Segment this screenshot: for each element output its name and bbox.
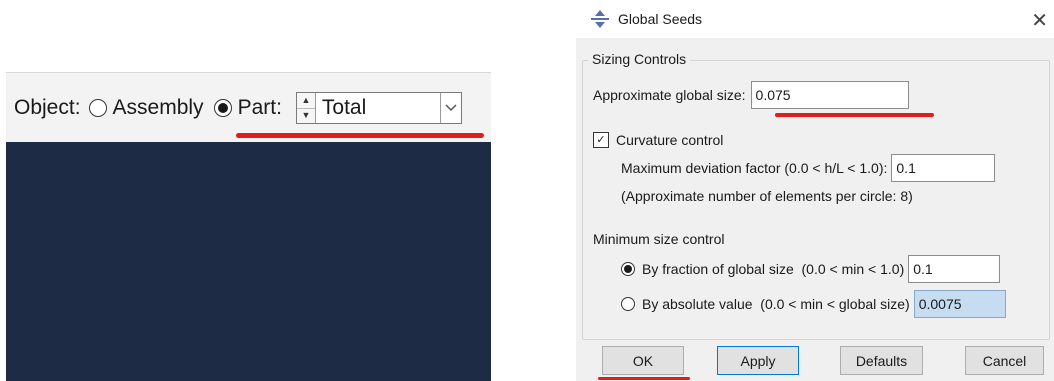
by-absolute-label: By absolute value (0.0 < min < global si…	[642, 296, 910, 312]
assembly-label: Assembly	[112, 96, 204, 119]
highlight-underline	[236, 133, 484, 138]
max-deviation-row: Maximum deviation factor (0.0 < h/L < 1.…	[621, 154, 996, 182]
dialog-titlebar: Global Seeds ✕	[572, 0, 1054, 38]
curvature-checkbox[interactable]: ✓	[593, 132, 609, 148]
approx-size-field[interactable]: 0.075	[750, 81, 909, 109]
part-radio[interactable]	[213, 99, 232, 117]
by-absolute-radio[interactable]	[621, 297, 635, 311]
by-absolute-row: By absolute value (0.0 < min < global si…	[621, 290, 1006, 318]
min-size-label: Minimum size control	[593, 231, 725, 247]
curvature-label: Curvature control	[616, 132, 724, 148]
max-deviation-field[interactable]: 0.1	[891, 154, 996, 182]
apply-button[interactable]: Apply	[717, 346, 799, 375]
ok-underline	[598, 377, 690, 380]
dialog-title: Global Seeds	[618, 11, 703, 27]
approx-elements-text: (Approximate number of elements per circ…	[621, 188, 913, 204]
approx-size-row: Approximate global size: 0.075	[593, 81, 909, 109]
viewport[interactable]	[6, 142, 491, 381]
approx-size-underline	[775, 113, 934, 117]
ok-button[interactable]: OK	[602, 346, 684, 375]
spin-down-icon[interactable]: ▼	[297, 109, 315, 124]
object-toolbar: Object: Assembly Part: ▲ ▼ Total	[6, 72, 491, 143]
by-fraction-radio[interactable]	[621, 262, 635, 276]
max-deviation-label: Maximum deviation factor (0.0 < h/L < 1.…	[621, 160, 888, 176]
assembly-radio[interactable]	[88, 99, 107, 117]
part-option[interactable]: Part:	[212, 96, 282, 120]
global-seeds-dialog: Global Seeds ✕ Sizing Controls Approxima…	[572, 0, 1054, 381]
object-selector-row: Object: Assembly Part: ▲ ▼ Total	[14, 91, 462, 125]
part-label: Part:	[237, 96, 282, 119]
sizing-controls-legend: Sizing Controls	[588, 51, 691, 67]
approx-elements-row: (Approximate number of elements per circ…	[621, 188, 913, 204]
cancel-button[interactable]: Cancel	[965, 346, 1044, 375]
curvature-row: ✓ Curvature control	[593, 132, 723, 148]
spin-up-icon[interactable]: ▲	[296, 93, 315, 109]
by-fraction-label: By fraction of global size (0.0 < min < …	[642, 261, 905, 277]
part-spinner[interactable]: ▲ ▼	[296, 93, 316, 124]
part-combo-value: Total	[321, 96, 367, 119]
global-seeds-icon	[591, 10, 609, 28]
assembly-option[interactable]: Assembly	[87, 96, 204, 120]
object-label: Object:	[14, 96, 81, 119]
approx-size-label: Approximate global size:	[593, 87, 746, 103]
defaults-button[interactable]: Defaults	[840, 346, 923, 375]
part-combo[interactable]: ▲ ▼ Total	[295, 92, 462, 124]
dialog-body: Sizing Controls Approximate global size:…	[576, 38, 1054, 381]
close-icon[interactable]: ✕	[1031, 8, 1048, 33]
min-size-row: Minimum size control	[593, 231, 724, 247]
by-absolute-field[interactable]: 0.0075	[913, 290, 1006, 318]
chevron-down-icon[interactable]	[439, 93, 461, 123]
by-fraction-row: By fraction of global size (0.0 < min < …	[621, 255, 1001, 283]
left-panel: Object: Assembly Part: ▲ ▼ Total	[6, 72, 491, 381]
by-fraction-field[interactable]: 0.1	[908, 255, 1001, 283]
